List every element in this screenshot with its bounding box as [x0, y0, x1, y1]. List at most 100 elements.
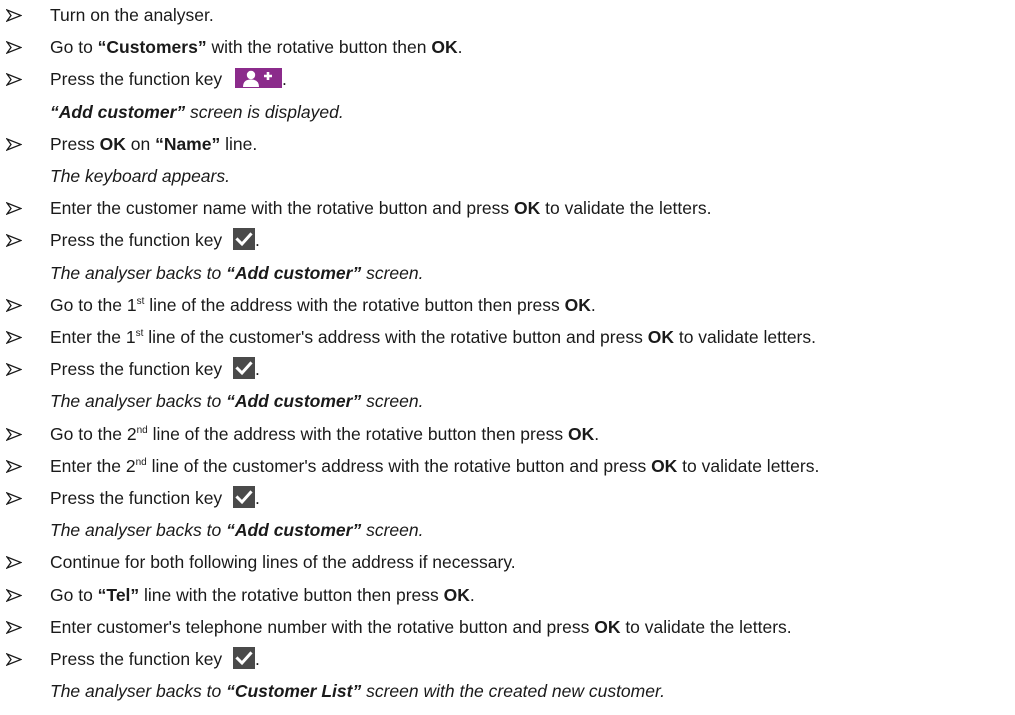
text-run: The analyser backs to — [50, 262, 227, 283]
emphasis-text: “Add customer” — [226, 391, 362, 412]
checkmark-icon — [233, 647, 256, 669]
text-run: Press the function key — [50, 69, 228, 90]
ordinal-suffix: nd — [135, 456, 147, 468]
text-run: line. — [220, 133, 258, 154]
text-run: . — [594, 423, 600, 444]
bullet-arrow-icon — [6, 582, 26, 608]
ordinal-suffix: nd — [136, 424, 148, 436]
text-run: Enter the 1 — [50, 327, 136, 347]
text-run: line of the address with the rotative bu… — [147, 423, 568, 444]
text-run: Press the function key — [50, 488, 228, 508]
text-run: The keyboard appears. — [50, 166, 230, 186]
text-run: Press — [50, 133, 100, 154]
text-run: Press the function key — [50, 359, 228, 380]
text-run: line of the address with the rotative bu… — [144, 294, 565, 315]
checkmark-icon — [233, 486, 256, 508]
text-run: Go to the 2 — [50, 423, 137, 444]
text-run: screen with the created new customer. — [361, 681, 666, 702]
note-text: The keyboard appears. — [50, 163, 230, 189]
text-run: line with the rotative button then press — [139, 584, 444, 605]
bullet-arrow-icon — [6, 66, 26, 92]
bullet-arrow-icon — [6, 356, 26, 382]
text-run: with the rotative button then — [206, 37, 432, 58]
text-run: Enter customer's telephone number with t… — [50, 616, 595, 637]
bullet-arrow-icon — [6, 131, 26, 157]
text-run: screen. — [361, 391, 424, 412]
emphasis-text: “Tel” — [97, 584, 140, 605]
text-run: screen. — [361, 262, 424, 283]
step-text: Enter the 2nd line of the customer's add… — [50, 453, 819, 479]
step-text: Press the function key . — [50, 356, 260, 382]
text-run: to validate the letters. — [620, 616, 792, 637]
text-run: . — [255, 230, 260, 251]
text-run: The analyser backs to — [50, 391, 227, 412]
text-run: The analyser backs to — [50, 681, 227, 702]
text-run: Enter the 2 — [50, 455, 136, 476]
emphasis-text: “Name” — [155, 133, 221, 154]
text-run: screen is displayed. — [185, 101, 344, 122]
text-run: . — [590, 294, 596, 315]
step-text: Enter the 1st line of the customer's add… — [50, 324, 816, 350]
emphasis-text: OK — [647, 327, 674, 347]
emphasis-text: OK — [431, 37, 458, 58]
text-run: Go to — [50, 37, 98, 58]
emphasis-text: OK — [567, 423, 595, 444]
emphasis-text: “Add customer” — [50, 101, 186, 122]
text-run: on — [125, 133, 156, 154]
bullet-arrow-icon — [6, 646, 26, 672]
bullet-arrow-icon — [6, 485, 26, 511]
step-text: Enter the customer name with the rotativ… — [50, 195, 711, 221]
emphasis-text: OK — [594, 616, 621, 637]
text-run: to validate letters. — [677, 455, 820, 476]
step-text: Press the function key . — [50, 227, 260, 253]
emphasis-text: OK — [443, 584, 470, 605]
note-text: The analyser backs to “Customer List” sc… — [50, 678, 665, 704]
text-run: line of the customer's address with the … — [146, 455, 652, 476]
checkmark-icon — [233, 228, 256, 251]
text-run: Go to the 1 — [50, 294, 137, 315]
text-run: screen. — [361, 520, 424, 541]
note-text: The analyser backs to “Add customer” scr… — [50, 388, 423, 414]
emphasis-text: “Customers” — [97, 37, 207, 58]
emphasis-text: “Customer List” — [226, 681, 362, 702]
text-run: Press the function key — [50, 649, 228, 669]
text-run: . — [255, 359, 260, 380]
text-run: The analyser backs to — [50, 520, 227, 541]
text-run: Go to — [50, 584, 98, 605]
bullet-arrow-icon — [6, 614, 26, 640]
bullet-arrow-icon — [6, 195, 26, 221]
step-text: Enter customer's telephone number with t… — [50, 614, 792, 640]
bullet-arrow-icon — [6, 421, 26, 447]
step-text: Press OK on “Name” line. — [50, 131, 257, 157]
text-run: to validate letters. — [673, 327, 816, 347]
text-run: Turn on the analyser. — [50, 5, 214, 25]
emphasis-text: OK — [99, 133, 126, 154]
bullet-arrow-icon — [6, 34, 26, 60]
step-text: Turn on the analyser. — [50, 2, 214, 28]
step-text: Press the function key . — [50, 485, 260, 511]
bullet-arrow-icon — [6, 453, 26, 479]
text-run: line of the customer's address with the … — [143, 327, 648, 347]
text-run: Enter the customer name with the rotativ… — [50, 198, 514, 219]
step-text: Press the function key . — [50, 66, 287, 92]
emphasis-text: OK — [651, 455, 678, 476]
step-text: Press the function key . — [50, 646, 260, 672]
add-user-icon — [235, 68, 283, 89]
emphasis-text: “Add customer” — [226, 262, 362, 283]
step-text: Go to “Tel” line with the rotative butto… — [50, 582, 475, 608]
bullet-arrow-icon — [6, 292, 26, 318]
step-text: Continue for both following lines of the… — [50, 549, 516, 575]
text-run: . — [282, 69, 287, 90]
note-text: The analyser backs to “Add customer” scr… — [50, 517, 423, 543]
text-run: . — [457, 37, 463, 58]
emphasis-text: “Add customer” — [226, 520, 362, 541]
step-text: Go to the 1st line of the address with t… — [50, 292, 596, 318]
emphasis-text: OK — [564, 294, 591, 315]
text-run: . — [255, 488, 260, 508]
note-text: “Add customer” screen is displayed. — [50, 99, 344, 125]
step-text: Go to the 2nd line of the address with t… — [50, 421, 599, 447]
bullet-arrow-icon — [6, 324, 26, 350]
bullet-arrow-icon — [6, 549, 26, 575]
checkmark-icon — [233, 357, 256, 380]
text-run: . — [255, 649, 260, 669]
